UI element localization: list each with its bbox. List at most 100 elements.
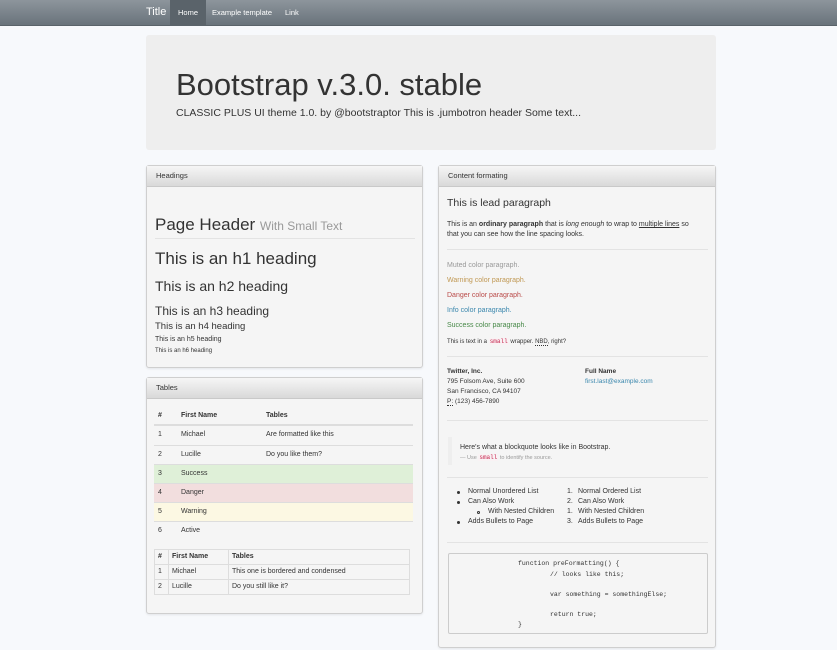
divider-4	[447, 477, 708, 478]
paragraph-em: long enough	[565, 221, 605, 228]
table2-header-first-name: First Name	[172, 553, 209, 560]
h6-heading: This is an h6 heading	[155, 348, 213, 354]
page-header-small: With Small Text	[259, 219, 343, 233]
paragraph-text-4: so	[681, 221, 689, 228]
ol-item-nested: With Nested Children	[578, 508, 645, 515]
table1-row1-name: Michael	[181, 431, 206, 438]
ol-item-1: Normal Ordered List	[578, 488, 642, 495]
table1-row2-tables: Do you like them?	[266, 451, 323, 458]
table-row: 1 Michael Are formatted like this	[154, 425, 413, 445]
table1-row4-num: 4	[158, 489, 162, 496]
lead-paragraph: This is lead paragraph	[447, 197, 551, 209]
divider-3	[447, 420, 708, 421]
table1-row4-name: Danger	[181, 489, 204, 496]
content-formatting-panel: Content formating This is lead paragraph…	[438, 165, 716, 648]
table2-row2-num: 2	[158, 583, 162, 590]
jumbotron: Bootstrap v.3.0. stable CLASSIC PLUS UI …	[146, 35, 716, 150]
address-email-link[interactable]: first.last@example.com	[585, 378, 653, 385]
table2-row1-tables: This one is bordered and condensed	[232, 568, 346, 575]
navbar-brand[interactable]: Title	[146, 6, 166, 18]
ordinary-paragraph-line1: This is an ordinary paragraph that is lo…	[447, 221, 689, 228]
ul-item-3: Adds Bullets to Page	[468, 518, 533, 525]
tables-panel: Tables # First Name Tables 1 Michael Are…	[146, 377, 423, 614]
blockquote-source-code: small	[478, 454, 499, 461]
nav-link-link[interactable]: Link	[277, 0, 307, 26]
code-block: function preFormatting() { // looks like…	[448, 553, 708, 634]
ol-num-2: 2.	[567, 498, 573, 505]
blockquote-source-1: — Use	[460, 455, 477, 461]
code-line-3: var something = somethingElse;	[550, 591, 668, 598]
address-full-name: Full Name	[585, 368, 617, 375]
headings-panel-title: Headings	[147, 166, 422, 187]
table1-row3-num: 3	[158, 470, 162, 477]
jumbotron-text: CLASSIC PLUS UI theme 1.0. by @bootstrap…	[176, 107, 581, 119]
table-row-warning: 5 Warning	[154, 502, 413, 522]
divider-1	[447, 249, 708, 250]
table-row: 2 Lucille Do you like them?	[154, 445, 413, 465]
table2-col-divider-2	[228, 550, 229, 594]
phone-abbr: P:	[447, 398, 454, 406]
table2-row-divider-1	[155, 564, 409, 565]
address-phone-line: P: (123) 456-7890	[447, 398, 500, 406]
info-paragraph: Info color paragraph.	[447, 307, 512, 314]
address-street: 795 Folsom Ave, Suite 600	[447, 378, 525, 385]
divider-5	[447, 542, 708, 543]
small-text: This is text in a small wrapper. NBD, ri…	[447, 338, 567, 346]
headings-panel: Headings Page Header With Small Text Thi…	[146, 165, 423, 368]
ul-item-2: Can Also Work	[468, 498, 515, 505]
blockquote-source-2: to identify the source.	[499, 455, 553, 461]
paragraph-underline: multiple lines	[638, 221, 680, 228]
table1-row1-tables: Are formatted like this	[266, 431, 334, 438]
muted-paragraph: Muted color paragraph.	[447, 262, 520, 269]
table1-row6-num: 6	[158, 527, 162, 534]
code-line-4: return true;	[550, 611, 597, 618]
table1-row2-num: 2	[158, 451, 162, 458]
h1-heading: This is an h1 heading	[155, 249, 317, 268]
table2-row2-tables: Do you still like it?	[232, 583, 289, 590]
nav-link-example-template[interactable]: Example template	[204, 0, 280, 26]
table2-row1-num: 1	[158, 568, 162, 575]
paragraph-text-1: This is an	[447, 221, 477, 228]
small-text-1: This is text in a	[447, 339, 488, 345]
ol-num-nested: 1.	[567, 508, 573, 515]
table1-row6-name: Active	[181, 527, 201, 534]
blockquote-source: — Use small to identify the source.	[460, 454, 552, 461]
table1-header-first-name: First Name	[181, 412, 218, 419]
address-phone: (123) 456-7890	[454, 398, 500, 405]
table2-header-tables: Tables	[232, 553, 254, 560]
address-city: San Francisco, CA 94107	[447, 388, 521, 395]
paragraph-text-2: that is	[545, 221, 564, 228]
ol-item-3: Adds Bullets to Page	[578, 518, 643, 525]
table1-row5-num: 5	[158, 508, 162, 515]
blockquote: Here's what a blockquote looks like in B…	[448, 437, 708, 465]
ol-num-3: 3.	[567, 518, 573, 525]
table1-header-num: #	[158, 412, 162, 419]
table1-row2-name: Lucille	[181, 451, 201, 458]
navbar: Title Home Example template Link	[0, 0, 837, 26]
bullet-icon	[457, 521, 460, 524]
ul-item-1: Normal Unordered List	[468, 488, 539, 495]
table2-row1-name: Michael	[172, 568, 197, 575]
small-text-3: , right?	[547, 339, 567, 345]
table-row-success: 3 Success	[154, 464, 413, 484]
ul-item-nested: With Nested Children	[488, 508, 555, 515]
bullet-icon	[457, 501, 460, 504]
ol-item-2: Can Also Work	[578, 498, 625, 505]
h2-heading: This is an h2 heading	[155, 278, 289, 294]
table1-row1-num: 1	[158, 431, 162, 438]
page-header: Page Header With Small Text	[155, 215, 342, 235]
address-company: Twitter, Inc.	[447, 368, 483, 375]
table-row-danger: 4 Danger	[154, 483, 413, 503]
table-row-active: 6 Active	[154, 521, 413, 541]
h5-heading: This is an h5 heading	[155, 336, 222, 343]
h4-heading: This is an h4 heading	[155, 321, 246, 332]
page-header-text: Page Header	[155, 215, 256, 234]
content-panel-title: Content formating	[439, 166, 715, 187]
small-text-2: wrapper.	[510, 339, 534, 345]
nav-link-home[interactable]: Home	[170, 0, 207, 26]
h3-heading: This is an h3 heading	[155, 304, 270, 318]
tables-panel-title: Tables	[147, 378, 422, 399]
table2-header-num: #	[158, 553, 162, 560]
bullet-icon	[457, 491, 460, 494]
success-paragraph: Success color paragraph.	[447, 322, 527, 329]
